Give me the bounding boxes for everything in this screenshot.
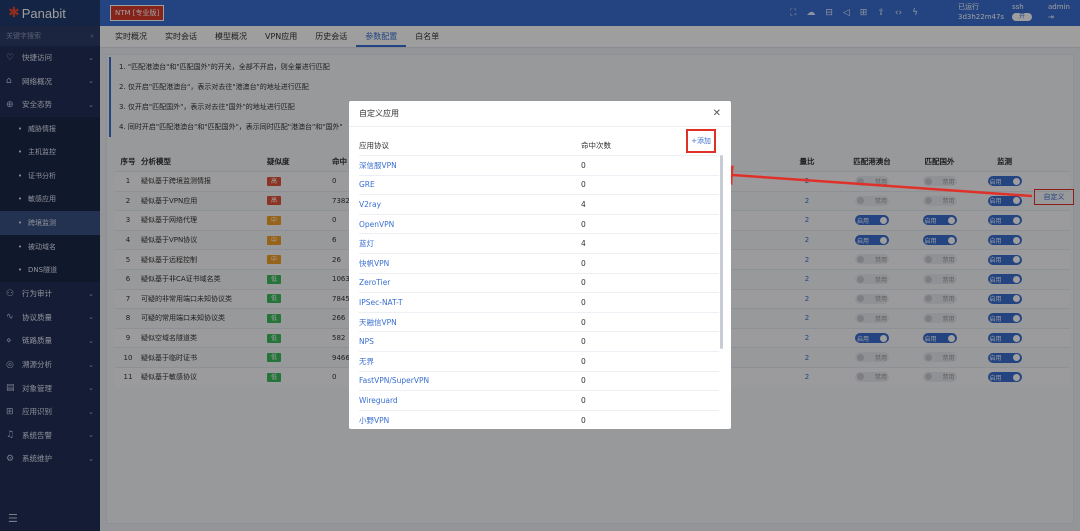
modal-row: GRE 0	[359, 174, 719, 195]
protocol-link[interactable]: IPSec-NAT-T	[359, 298, 581, 307]
protocol-link[interactable]: FastVPN/SuperVPN	[359, 376, 581, 385]
add-button[interactable]: + 添加	[686, 129, 716, 153]
hit-count: 0	[581, 376, 586, 386]
modal-row: 深信服VPN 0	[359, 155, 719, 175]
protocol-link[interactable]: GRE	[359, 180, 581, 189]
protocol-link[interactable]: 小野VPN	[359, 415, 581, 426]
protocol-link[interactable]: OpenVPN	[359, 220, 581, 229]
modal-row: FastVPN/SuperVPN 0	[359, 370, 719, 391]
modal-row: 蓝灯 4	[359, 233, 719, 253]
protocol-link[interactable]: 天融信VPN	[359, 317, 581, 328]
col-protocol: 应用协议	[359, 140, 389, 150]
hit-count: 0	[581, 278, 586, 288]
hit-count: 4	[581, 239, 586, 249]
protocol-link[interactable]: 深信服VPN	[359, 160, 581, 171]
hit-count: 0	[581, 317, 586, 327]
hit-count: 0	[581, 356, 586, 366]
modal-table-header: 应用协议 命中次数	[359, 135, 719, 155]
hit-count: 0	[581, 180, 586, 190]
modal-row: 小野VPN 0	[359, 409, 719, 430]
hit-count: 4	[581, 199, 586, 209]
modal-header: 自定义应用 ✕	[349, 101, 731, 127]
col-hits: 命中次数	[581, 140, 611, 150]
protocol-link[interactable]: NPS	[359, 337, 581, 346]
modal-row: Wireguard 0	[359, 390, 719, 410]
hit-count: 0	[581, 297, 586, 307]
add-label: 添加	[696, 137, 711, 145]
modal-row: 天融信VPN 0	[359, 311, 719, 332]
modal-row: 无界 0	[359, 351, 719, 371]
modal-row: ZeroTier 0	[359, 272, 719, 293]
modal-row: IPSec-NAT-T 0	[359, 292, 719, 312]
protocol-link[interactable]: 蓝灯	[359, 238, 581, 249]
hit-count: 0	[581, 395, 586, 405]
protocol-link[interactable]: 无界	[359, 356, 581, 367]
hit-count: 0	[581, 415, 586, 425]
protocol-link[interactable]: ZeroTier	[359, 278, 581, 287]
hit-count: 0	[581, 160, 586, 170]
modal-row: OpenVPN 0	[359, 213, 719, 234]
custom-app-modal: 自定义应用 ✕ 应用协议 命中次数 + 添加 深信服VPN 0 GRE 0 V2ray 4 O…	[349, 101, 731, 429]
modal-row: NPS 0	[359, 331, 719, 351]
protocol-link[interactable]: Wireguard	[359, 396, 581, 405]
modal-row: V2ray 4	[359, 194, 719, 214]
hit-count: 0	[581, 219, 586, 229]
modal-title: 自定义应用	[359, 109, 399, 118]
protocol-link[interactable]: 快帆VPN	[359, 258, 581, 269]
hit-count: 0	[581, 258, 586, 268]
modal-row: 快帆VPN 0	[359, 253, 719, 273]
hit-count: 0	[581, 337, 586, 347]
close-icon[interactable]: ✕	[713, 108, 721, 119]
protocol-link[interactable]: V2ray	[359, 200, 581, 209]
modal-scrollbar[interactable]	[720, 155, 723, 349]
